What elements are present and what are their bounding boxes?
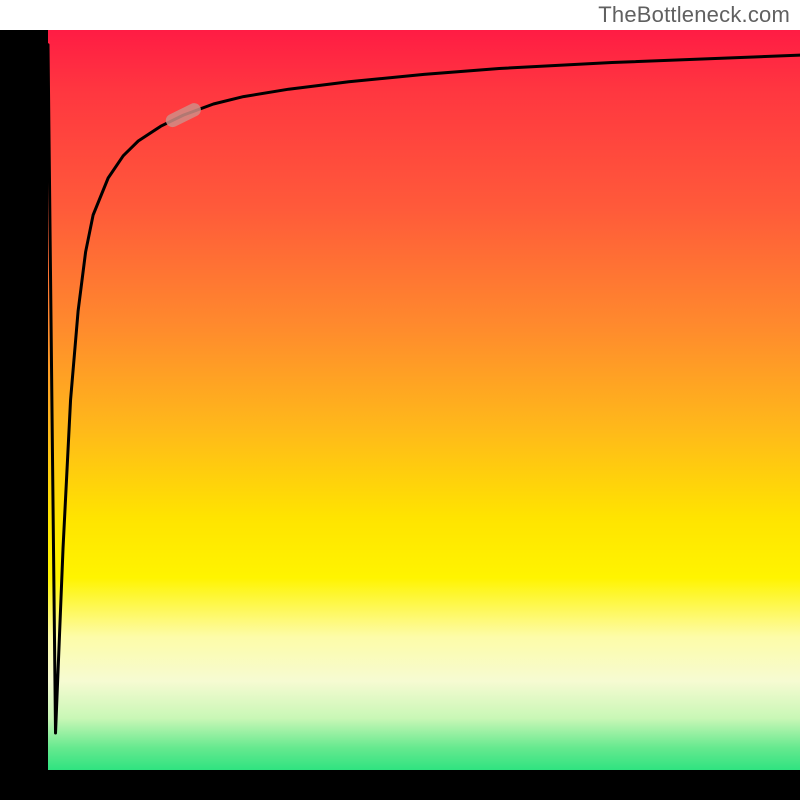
attribution-label: TheBottleneck.com <box>598 2 790 28</box>
axis-bottom-frame <box>0 770 800 800</box>
axis-left-frame <box>0 30 48 770</box>
plot-area <box>48 30 800 770</box>
chart-stage: TheBottleneck.com <box>0 0 800 800</box>
